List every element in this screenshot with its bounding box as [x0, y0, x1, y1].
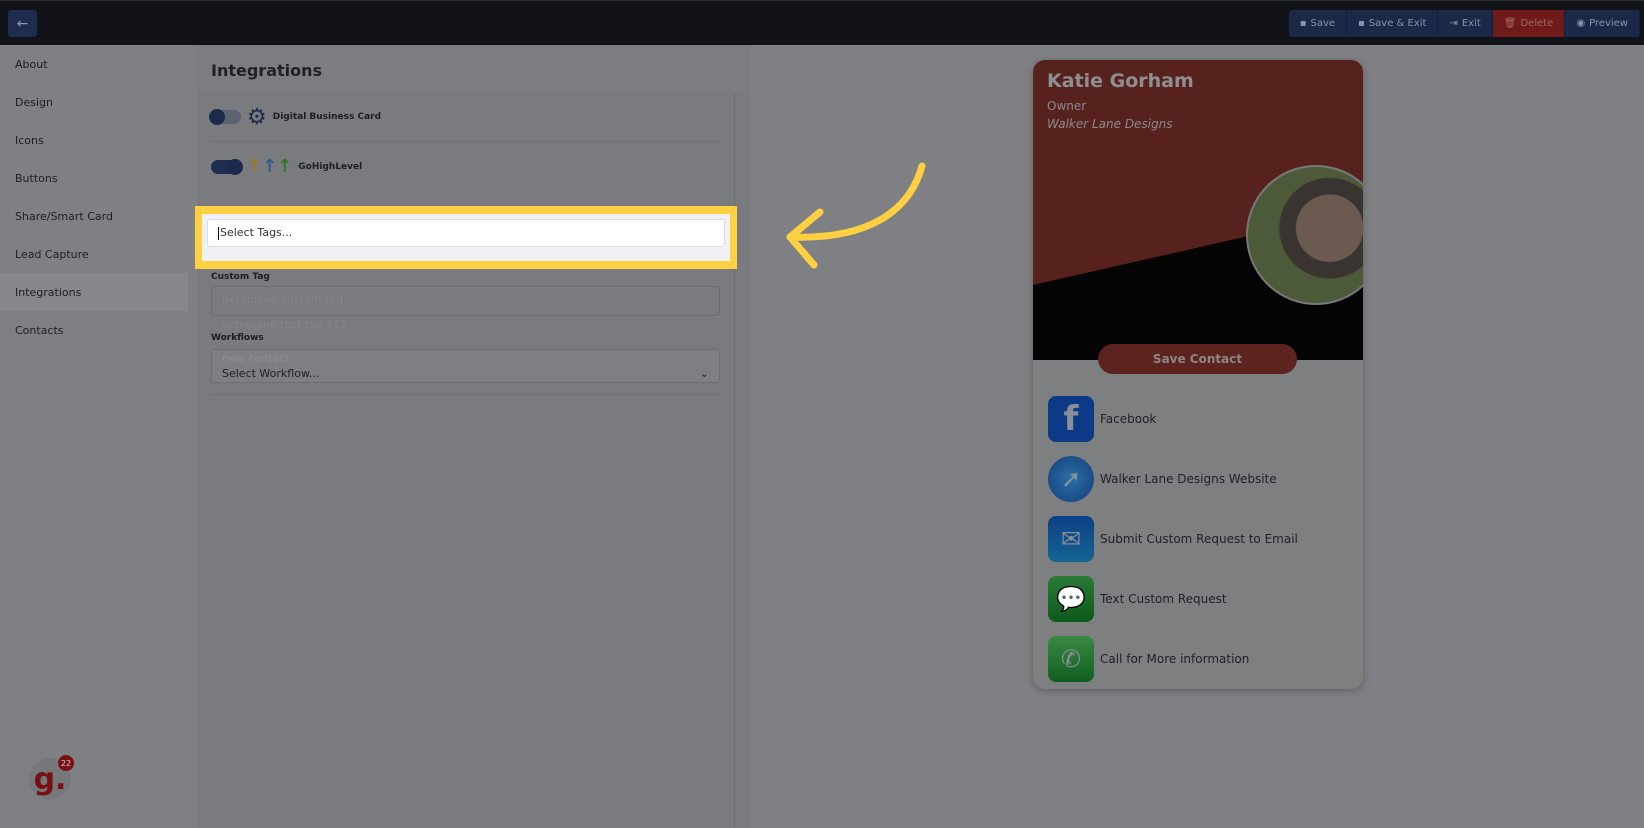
link-facebook[interactable]: f Facebook [1048, 389, 1298, 449]
exit-button[interactable]: ⇥ Exit [1438, 10, 1493, 37]
save-exit-button[interactable]: ▪ Save & Exit [1347, 10, 1439, 37]
floppy-icon: ▪ [1299, 18, 1307, 29]
trash-icon: 🗑 [1503, 18, 1517, 29]
integration-gohighlevel: ↑↑↑ GoHighLevel [211, 142, 720, 191]
workflow-select[interactable]: new contact Select Workflow... ⌄ [211, 349, 720, 383]
facebook-icon: f [1048, 396, 1094, 442]
sidebar-item-icons[interactable]: Icons [0, 121, 196, 159]
select-tags-input[interactable]: Select Tags... [207, 219, 725, 247]
delete-button[interactable]: 🗑 Delete [1492, 10, 1566, 37]
pointer-arrow-icon [786, 162, 926, 269]
sidebar-item-contacts[interactable]: Contacts [0, 311, 196, 349]
eye-icon: ◉ [1576, 18, 1586, 29]
chevron-down-icon: ⌄ [699, 367, 709, 380]
save-exit-icon: ▪ [1358, 18, 1365, 29]
sidebar-item-design[interactable]: Design [0, 83, 196, 121]
custom-tag-label: Custom Tag [211, 272, 270, 282]
top-bar: ← ▪ Save ▪ Save & Exit ⇥ Exit 🗑 Delete ◉ Prev… [0, 0, 1644, 45]
sidebar: About Design Icons Buttons Share/Smart C… [0, 45, 196, 828]
workflows-label: Workflows [211, 333, 264, 343]
message-icon: 💬 [1048, 576, 1094, 622]
safari-compass-icon: ➚ [1048, 456, 1094, 502]
integrations-panel: Integrations ⚙ Digital Business Card ↑↑↑… [197, 45, 750, 828]
mail-icon: ✉ [1048, 516, 1094, 562]
business-card-preview: Katie Gorham Owner Walker Lane Designs S… [1033, 60, 1363, 689]
phone-icon: ✆ [1048, 636, 1094, 682]
gohighlevel-toggle[interactable] [211, 158, 243, 175]
link-text[interactable]: 💬 Text Custom Request [1048, 569, 1298, 629]
save-button[interactable]: ▪ Save [1288, 10, 1348, 37]
link-email[interactable]: ✉ Submit Custom Request to Email [1048, 509, 1298, 569]
integration-digital-business-card: ⚙ Digital Business Card [209, 93, 720, 142]
highlight-box: Select Tags... [195, 206, 737, 269]
tag-option[interactable]: netengine test tag 111 [211, 318, 720, 332]
tag-option[interactable]: new contact [222, 352, 289, 365]
gear-card-icon: ⚙ [247, 104, 267, 130]
digital-business-card-toggle[interactable] [209, 109, 241, 125]
page-title: Integrations [197, 45, 750, 93]
notification-count-badge: 22 [58, 755, 74, 771]
sidebar-item-integrations[interactable]: Integrations [0, 273, 188, 311]
sidebar-item-buttons[interactable]: Buttons [0, 159, 196, 197]
save-contact-button[interactable]: Save Contact [1098, 344, 1297, 374]
link-call[interactable]: ✆ Call for More information [1048, 629, 1298, 689]
exit-icon: ⇥ [1449, 18, 1458, 29]
back-button[interactable]: ← [8, 10, 37, 37]
tag-option[interactable]: netengine custom tag [211, 286, 720, 316]
preview-button[interactable]: ◉ Preview [1565, 10, 1640, 37]
link-website[interactable]: ➚ Walker Lane Designs Website [1048, 449, 1298, 509]
sidebar-item-about[interactable]: About [0, 45, 196, 83]
sidebar-item-share-smart-card[interactable]: Share/Smart Card [0, 197, 196, 235]
action-toolbar: ▪ Save ▪ Save & Exit ⇥ Exit 🗑 Delete ◉ Previe… [1288, 10, 1640, 37]
sidebar-item-lead-capture[interactable]: Lead Capture [0, 235, 196, 273]
arrow-left-icon: ← [16, 15, 29, 32]
gohighlevel-arrows-icon: ↑↑↑ [247, 156, 293, 177]
card-header: Katie Gorham Owner Walker Lane Designs [1033, 60, 1363, 360]
